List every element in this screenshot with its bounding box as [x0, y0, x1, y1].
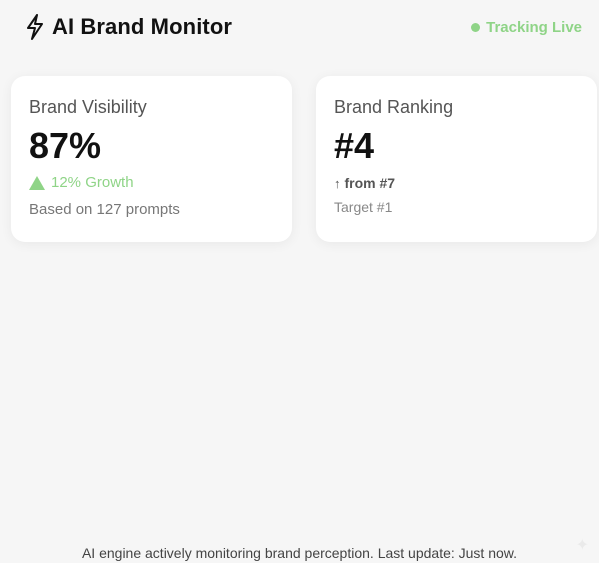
- status-dot-icon: [471, 22, 481, 32]
- tracking-status: Tracking Live: [471, 19, 582, 36]
- sparkle-icon: ✦: [575, 537, 589, 554]
- card-label: Brand Ranking: [334, 97, 454, 117]
- status-label: Tracking Live: [486, 18, 582, 36]
- brand-visibility-card: Brand Visibility 87% 12% Growth Based on…: [11, 76, 292, 242]
- visibility-note: Based on 127 prompts: [29, 201, 180, 218]
- card-label: Brand Visibility: [29, 97, 147, 117]
- brand-ranking-card: Brand Ranking #4 ↑ from #7 Target #1: [316, 76, 597, 242]
- growth-indicator: 12% Growth: [29, 174, 274, 191]
- header: AI Brand Monitor Tracking Live: [24, 12, 584, 42]
- growth-text: 12% Growth: [51, 174, 134, 191]
- brand: AI Brand Monitor: [24, 14, 232, 40]
- app-title: AI Brand Monitor: [52, 14, 233, 39]
- footer-status: AI engine actively monitoring brand perc…: [81, 545, 518, 561]
- arrow-up-icon: ↑: [334, 175, 341, 191]
- triangle-up-icon: [29, 175, 45, 190]
- rank-change-text: from #7: [344, 175, 396, 191]
- ranking-value: #4: [334, 125, 375, 166]
- rank-target: Target #1: [334, 199, 393, 215]
- lightning-bolt-icon: [24, 14, 46, 40]
- visibility-value: 87%: [29, 125, 102, 166]
- rank-change: ↑ from #7: [334, 175, 579, 191]
